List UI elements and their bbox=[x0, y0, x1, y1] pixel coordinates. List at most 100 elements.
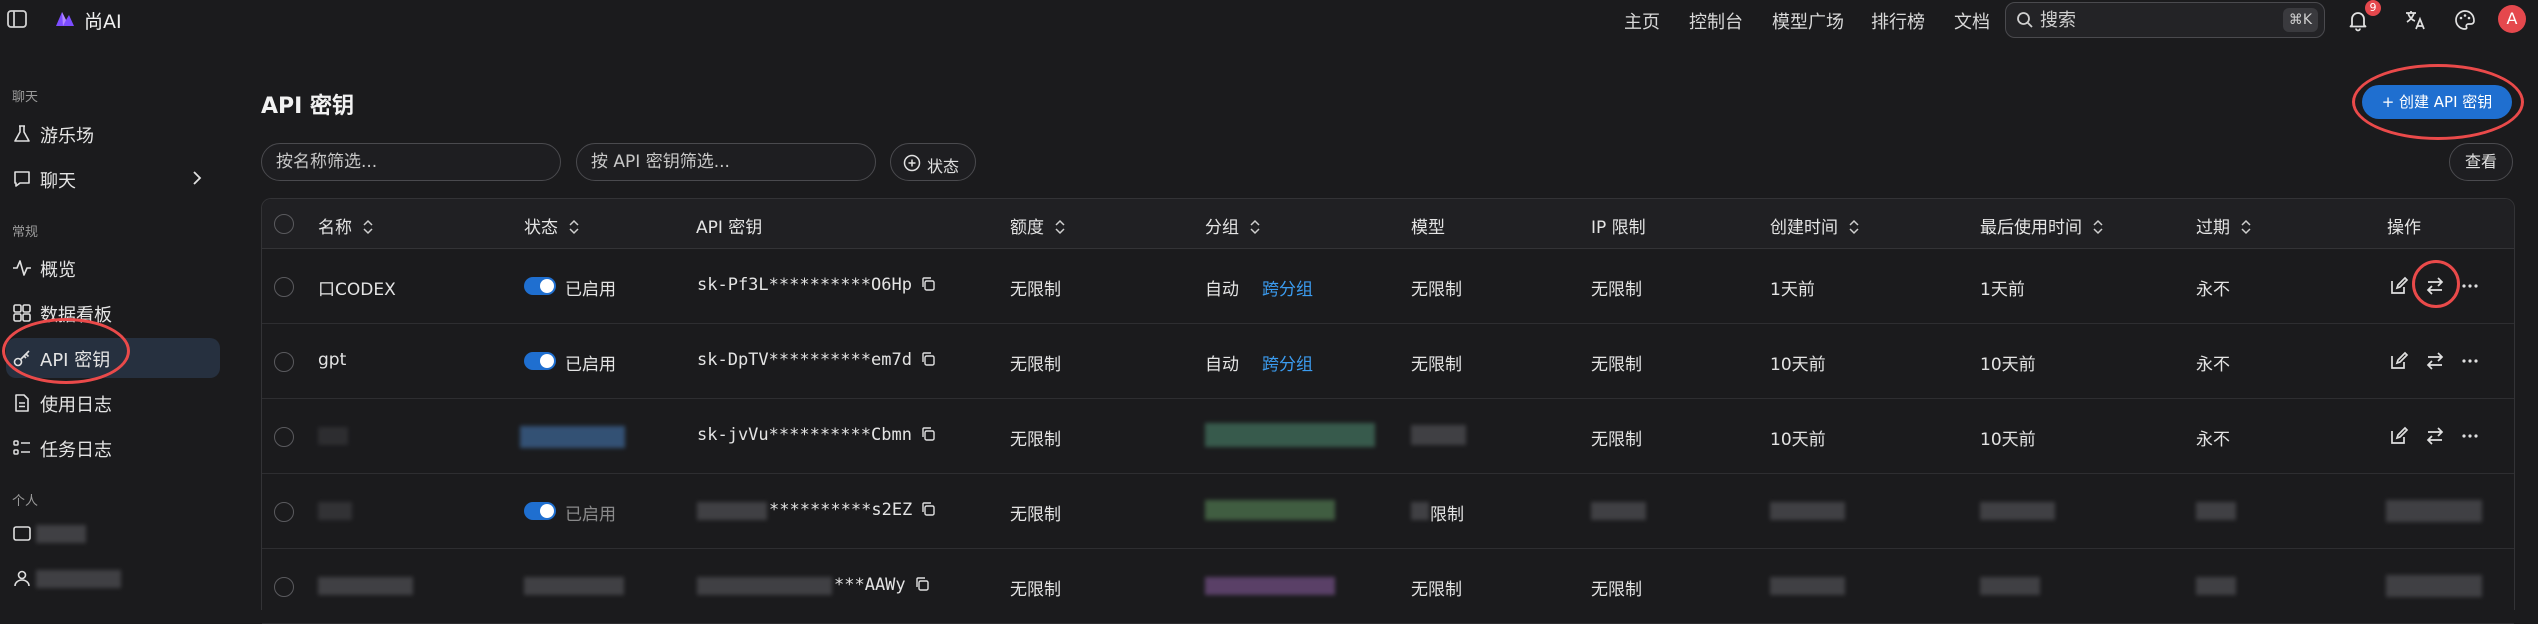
sort-icon bbox=[569, 219, 579, 235]
task-list-icon bbox=[13, 440, 30, 455]
redacted-model-prefix bbox=[1411, 502, 1429, 520]
row-checkbox[interactable] bbox=[274, 577, 294, 597]
sidebar-item-chat[interactable]: 聊天 bbox=[6, 159, 220, 199]
col-last-used[interactable]: 最后使用时间 bbox=[1980, 213, 2104, 238]
nav-leaderboard[interactable]: 排行榜 bbox=[1871, 8, 1925, 34]
swap-icon[interactable] bbox=[2424, 350, 2446, 372]
sidebar-item-task-logs[interactable]: 任务日志 bbox=[6, 428, 220, 468]
swap-icon[interactable] bbox=[2424, 275, 2446, 297]
top-bar: 尚AI 主页 控制台 模型广场 排行榜 文档 ⌘K 9 A bbox=[0, 0, 2538, 40]
copy-icon[interactable] bbox=[920, 426, 936, 442]
quota-value: 无限制 bbox=[1010, 430, 1061, 450]
copy-icon[interactable] bbox=[920, 501, 936, 517]
more-icon[interactable] bbox=[2459, 350, 2481, 372]
redacted-last-used bbox=[1980, 502, 2055, 520]
nav-home[interactable]: 主页 bbox=[1624, 8, 1660, 34]
status-text: 已启用 bbox=[565, 280, 616, 300]
table-row: gpt 已启用 sk-DpTV**********em7d 无限制 自动 跨分组… bbox=[262, 324, 2514, 399]
col-created[interactable]: 创建时间 bbox=[1770, 213, 1860, 238]
redacted-expires bbox=[2196, 502, 2236, 520]
last-used-value: 10天前 bbox=[1980, 430, 2036, 450]
select-all-checkbox[interactable] bbox=[274, 214, 294, 234]
sidebar-item-usage-logs[interactable]: 使用日志 bbox=[6, 383, 220, 423]
status-toggle[interactable] bbox=[524, 277, 556, 295]
sidebar-item-label: 任务日志 bbox=[40, 440, 112, 461]
section-chat: 聊天 bbox=[12, 90, 39, 105]
edit-icon[interactable] bbox=[2388, 425, 2410, 447]
status-filter-button[interactable]: 状态 bbox=[890, 143, 976, 181]
model-value: 限制 bbox=[1430, 505, 1464, 525]
api-key-value: sk-DpTV**********em7d bbox=[697, 350, 936, 370]
copy-icon[interactable] bbox=[914, 576, 930, 592]
model-value: 无限制 bbox=[1411, 280, 1462, 300]
sidebar-item-label: 使用日志 bbox=[40, 395, 112, 416]
row-checkbox[interactable] bbox=[274, 352, 294, 372]
sort-icon bbox=[1055, 219, 1065, 235]
model-value: 无限制 bbox=[1411, 355, 1462, 375]
ip-limit-value: 无限制 bbox=[1591, 355, 1642, 375]
redacted-name bbox=[318, 577, 413, 595]
sort-icon bbox=[2093, 219, 2103, 235]
app-name[interactable]: 尚AI bbox=[84, 7, 122, 34]
search-box[interactable]: ⌘K bbox=[2005, 2, 2325, 38]
sort-icon bbox=[1849, 219, 1859, 235]
search-icon bbox=[2017, 12, 2033, 28]
view-button[interactable]: 查看 bbox=[2449, 143, 2513, 181]
row-checkbox[interactable] bbox=[274, 427, 294, 447]
redacted-actions bbox=[2386, 500, 2482, 522]
palette-icon[interactable] bbox=[2453, 8, 2477, 32]
nav-model-square[interactable]: 模型广场 bbox=[1772, 8, 1844, 34]
redacted-group bbox=[1205, 500, 1335, 520]
model-value: 无限制 bbox=[1411, 580, 1462, 600]
sidebar-toggle-icon[interactable] bbox=[6, 9, 28, 29]
cross-group-link[interactable]: 跨分组 bbox=[1262, 350, 1313, 375]
name-filter-input[interactable] bbox=[261, 143, 561, 181]
col-status[interactable]: 状态 bbox=[524, 213, 580, 238]
status-toggle[interactable] bbox=[524, 352, 556, 370]
page-title: API 密钥 bbox=[261, 94, 354, 119]
api-key-value: sk-Pf3L**********O6Hp bbox=[697, 275, 936, 295]
translate-icon[interactable] bbox=[2403, 8, 2427, 32]
copy-icon[interactable] bbox=[920, 351, 936, 367]
sidebar-item-overview[interactable]: 概览 bbox=[6, 248, 220, 288]
chevron-right-icon bbox=[193, 171, 202, 185]
key-filter-input[interactable] bbox=[576, 143, 876, 181]
col-quota[interactable]: 额度 bbox=[1010, 213, 1066, 238]
sidebar-item-playground[interactable]: 游乐场 bbox=[6, 114, 220, 154]
sidebar: 聊天 游乐场 聊天 常规 概览 数据看板 API 密钥 使用日志 任务日志 个人 bbox=[0, 40, 240, 610]
expires-value: 永不 bbox=[2196, 355, 2230, 375]
more-icon[interactable] bbox=[2459, 275, 2481, 297]
cross-group-link[interactable]: 跨分组 bbox=[1262, 275, 1313, 300]
search-input[interactable] bbox=[2040, 9, 2260, 31]
nav-docs[interactable]: 文档 bbox=[1954, 8, 1990, 34]
redacted-status bbox=[520, 426, 625, 448]
avatar[interactable]: A bbox=[2498, 5, 2526, 33]
sidebar-item-api-keys[interactable]: API 密钥 bbox=[6, 338, 220, 378]
ip-limit-value: 无限制 bbox=[1591, 430, 1642, 450]
row-checkbox[interactable] bbox=[274, 277, 294, 297]
more-icon[interactable] bbox=[2459, 425, 2481, 447]
swap-icon[interactable] bbox=[2424, 425, 2446, 447]
col-expires[interactable]: 过期 bbox=[2196, 213, 2252, 238]
table-row: sk-jvVu**********Cbmn 无限制 无限制 10天前 10天前 … bbox=[262, 399, 2514, 474]
copy-icon[interactable] bbox=[920, 276, 936, 292]
row-checkbox[interactable] bbox=[274, 502, 294, 522]
status-toggle[interactable] bbox=[524, 502, 556, 520]
quota-value: 无限制 bbox=[1010, 580, 1061, 600]
sidebar-item-redacted-2[interactable] bbox=[6, 558, 220, 598]
sort-icon bbox=[363, 219, 373, 235]
col-name[interactable]: 名称 bbox=[318, 213, 374, 238]
edit-icon[interactable] bbox=[2388, 275, 2410, 297]
nav-console[interactable]: 控制台 bbox=[1689, 8, 1743, 34]
activity-icon bbox=[13, 260, 31, 276]
log-icon bbox=[15, 394, 29, 412]
sidebar-item-label: 数据看板 bbox=[40, 305, 112, 326]
sidebar-item-dashboard[interactable]: 数据看板 bbox=[6, 293, 220, 333]
col-group[interactable]: 分组 bbox=[1205, 213, 1261, 238]
expires-value: 永不 bbox=[2196, 280, 2230, 300]
sidebar-item-redacted-1[interactable] bbox=[6, 513, 220, 553]
edit-icon[interactable] bbox=[2388, 350, 2410, 372]
redacted-name bbox=[318, 427, 348, 445]
create-api-key-button[interactable]: + 创建 API 密钥 bbox=[2362, 85, 2512, 119]
ip-limit-value: 无限制 bbox=[1591, 280, 1642, 300]
